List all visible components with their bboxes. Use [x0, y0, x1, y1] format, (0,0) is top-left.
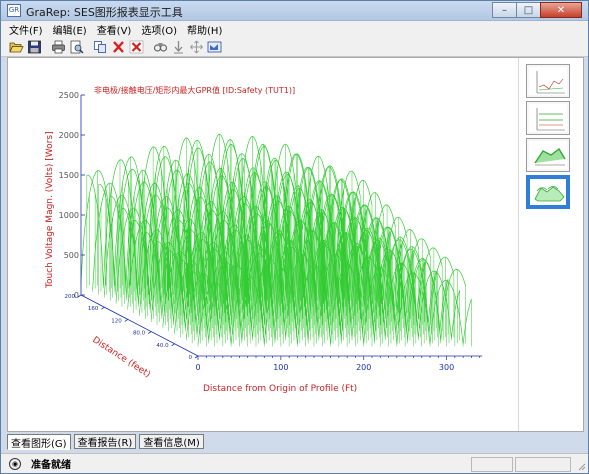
copy-icon[interactable]	[92, 39, 108, 54]
depth-tick-label: 40.0	[156, 343, 169, 349]
depth-tick	[194, 355, 199, 359]
status-text: 准备就绪	[31, 460, 71, 471]
thumbnail-4[interactable]	[526, 175, 570, 209]
x-tick-label: 0	[195, 363, 200, 372]
maximize-button[interactable]: □	[516, 2, 541, 18]
print-preview-icon[interactable]	[68, 39, 84, 54]
export-icon[interactable]	[206, 39, 222, 54]
thumbnail-2[interactable]	[526, 101, 570, 135]
z-tick-label: 1500	[59, 171, 79, 180]
save-icon[interactable]	[26, 39, 42, 54]
depth-tick	[124, 319, 129, 322]
view-tabs: 查看图形(G) 查看报告(R) 查看信息(M)	[7, 434, 207, 450]
x-tick-label: 300	[439, 363, 454, 372]
down-arrow-icon[interactable]	[170, 39, 186, 54]
depth-tick-label: 120	[111, 318, 122, 324]
status-bar: ◉ 准备就绪	[1, 453, 588, 473]
close-button[interactable]: ✕	[540, 2, 582, 18]
thumbnail-panel	[518, 58, 583, 431]
print-icon[interactable]	[50, 39, 66, 54]
z-tick-label: 1000	[59, 211, 79, 220]
surface-plot: 2500200015001000500020016012080.040.000 1…	[45, 85, 483, 394]
window-controls: – □ ✕	[492, 2, 582, 18]
depth-tick-label: 160	[88, 306, 99, 312]
window-title: GraRep: SES图形报表显示工具	[26, 6, 183, 19]
z-tick-label: 2500	[59, 91, 79, 100]
depth-tick	[171, 343, 175, 347]
depth-tick	[147, 331, 152, 334]
z-axis-label: Touch Voltage Magn. (Volts) [Wors]	[45, 131, 55, 289]
depth-tick	[101, 306, 105, 310]
menu-help[interactable]: 帮助(H)	[187, 22, 222, 37]
move-icon[interactable]	[188, 39, 204, 54]
menu-options[interactable]: 选项(O)	[141, 22, 177, 37]
app-window: GR GraRep: SES图形报表显示工具 – □ ✕ 文件(F) 编辑(E)…	[0, 0, 589, 474]
menu-view[interactable]: 查看(V)	[97, 22, 132, 37]
y-axis-label: Distance (feet)	[90, 335, 152, 380]
resize-grip-icon[interactable]	[576, 461, 586, 471]
tab-view-report[interactable]: 查看报告(R)	[73, 434, 137, 449]
depth-tick-label: 80.0	[133, 331, 146, 337]
chart-area[interactable]: 2500 2000 1500 1000 500 0 200 160 120 80.0 40.0 0 0 1…	[8, 58, 518, 431]
main-content: 2500 2000 1500 1000 500 0 200 160 120 80.0 40.0 0 0 1…	[7, 57, 584, 432]
minimize-button[interactable]: –	[492, 2, 517, 18]
grarep-app-icon: GR	[7, 4, 21, 17]
x-tick-label: 200	[356, 363, 371, 372]
x-tick-label: 100	[273, 363, 288, 372]
status-indicator-icon: ◉	[9, 457, 21, 470]
tab-view-info[interactable]: 查看信息(M)	[139, 434, 204, 449]
status-cell-2	[515, 457, 571, 472]
x-axis-label: Distance from Origin of Profile (Ft)	[203, 384, 357, 394]
depth-tick-label: 0	[189, 355, 193, 361]
menu-file[interactable]: 文件(F)	[9, 22, 43, 37]
chart-title: 非电极/接触电压/矩形内最大GPR值 [ID:Safety (TUT1)]	[94, 85, 295, 95]
menu-bar: 文件(F) 编辑(E) 查看(V) 选项(O) 帮助(H)	[1, 21, 588, 37]
status-cell-1	[471, 457, 513, 472]
thumbnail-3[interactable]	[526, 138, 570, 172]
toolbar	[1, 37, 588, 57]
title-bar[interactable]: GR GraRep: SES图形报表显示工具 – □ ✕	[1, 1, 588, 21]
z-tick-label: 2000	[59, 131, 79, 140]
delete-icon[interactable]	[110, 39, 126, 54]
z-tick-label: 500	[64, 251, 79, 260]
thumbnail-1[interactable]	[526, 64, 570, 98]
delete-all-icon[interactable]	[128, 39, 144, 54]
open-folder-icon[interactable]	[8, 39, 24, 54]
find-icon[interactable]	[152, 39, 168, 54]
menu-edit[interactable]: 编辑(E)	[53, 22, 87, 37]
depth-tick-label: 200	[65, 294, 76, 300]
tab-view-graph[interactable]: 查看图形(G)	[7, 434, 71, 450]
